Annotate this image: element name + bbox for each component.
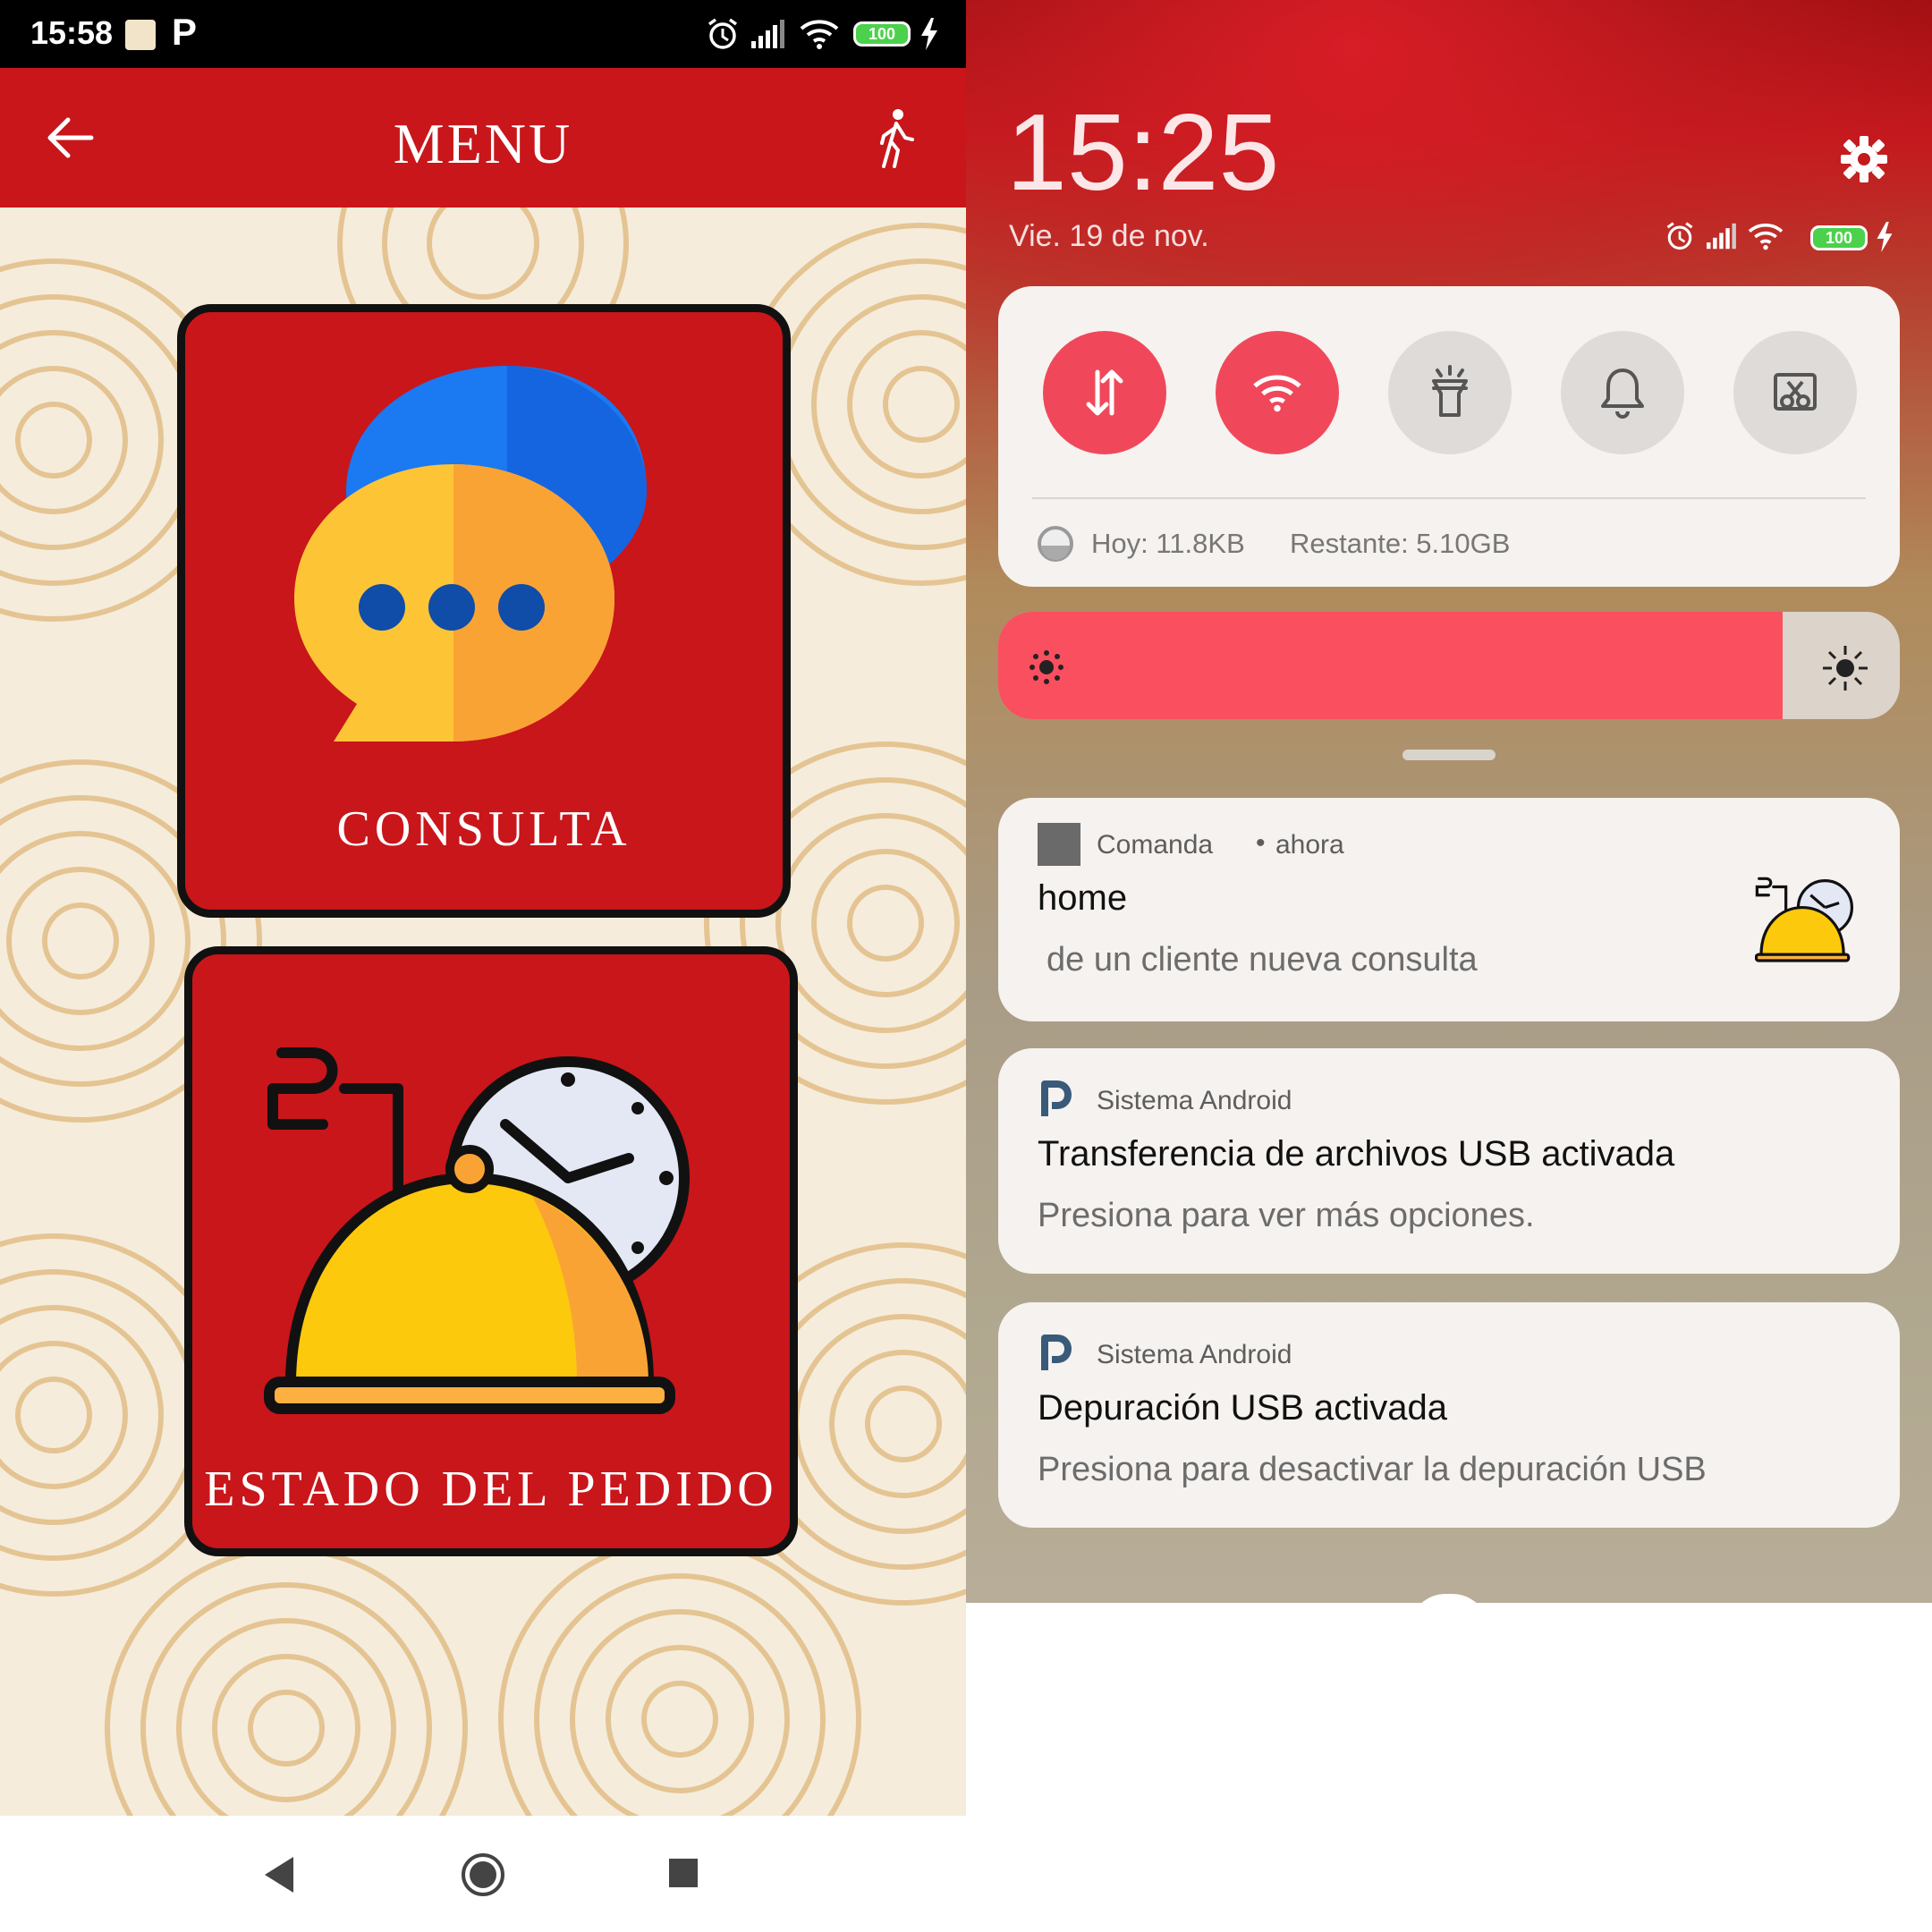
data-usage-icon [1038,526,1073,562]
bell-icon [1601,369,1644,419]
notification-app-icon [125,20,156,50]
android-system-icon [1041,1080,1072,1116]
screenshot-toggle[interactable] [1733,331,1857,454]
data-usage-today: Hoy: 11.8KB [1091,528,1245,559]
notification-title: Transferencia de archivos USB activada [1038,1134,1675,1174]
flashlight-toggle[interactable] [1388,331,1512,454]
status-time: 15:58 [30,14,114,51]
notification-text: Presiona para ver más opciones. [1038,1197,1535,1234]
chat-bubbles-icon [294,366,647,741]
battery-level: 100 [1825,229,1853,247]
notification-shade: 15:25 Vie. 19 de nov. 100 Hoy: 11.8KB Re… [966,0,1932,1603]
notification-app-name: Sistema Android [1097,1340,1292,1369]
tile-label-estado-del-pedido: ESTADO DEL PEDIDO [204,1462,778,1517]
notification-usb-debugging[interactable]: Sistema Android Depuración USB activada … [998,1302,1900,1528]
quick-settings-panel: Hoy: 11.8KB Restante: 5.10GB [998,286,1900,587]
charging-icon [1877,222,1893,252]
notification-app-name: Comanda [1097,830,1214,860]
shade-clock: 15:25 [1006,91,1280,213]
data-arrows-icon [1086,369,1123,416]
charging-icon [921,18,937,50]
notification-title: Depuración USB activada [1038,1388,1448,1428]
brightness-low-icon [1030,650,1063,684]
data-usage-remaining: Restante: 5.10GB [1290,528,1511,559]
alarm-icon [1666,222,1693,250]
battery-indicator: 100 [1810,225,1868,250]
page-title: MENU [393,112,573,175]
shade-handle[interactable] [1402,750,1496,760]
walking-person-icon[interactable] [875,107,916,168]
nav-recents-icon[interactable] [667,1857,699,1889]
food-cloche-clock-icon [264,1047,690,1414]
estado-del-pedido-button[interactable]: ESTADO DEL PEDIDO [184,946,798,1556]
wifi-icon [1253,375,1301,412]
food-cloche-clock-icon [1755,877,1854,962]
brightness-fill [998,612,1783,719]
battery-indicator: 100 [853,21,911,47]
notification-comanda[interactable]: Comanda • ahora home de un cliente nueva… [998,798,1900,1021]
sound-toggle[interactable] [1561,331,1684,454]
tile-label-consulta: CONSULTA [336,801,631,857]
nav-home-icon[interactable] [460,1852,506,1898]
battery-level: 100 [868,25,896,43]
clear-all-button[interactable] [1410,1594,1488,1603]
navigation-bar [0,1816,966,1932]
app-screen: 15:58 P 100 MENU CONSULTA ESTADO DEL PED… [0,0,966,1932]
android-system-icon [1041,1335,1072,1370]
brightness-high-icon [1823,646,1868,691]
status-bar: 15:58 P 100 [0,0,966,68]
app-icon-placeholder [1038,823,1080,866]
signal-icon [1707,223,1736,250]
signal-icon [751,20,784,48]
notification-app-name: Sistema Android [1097,1086,1292,1115]
nav-back-icon[interactable] [261,1855,297,1894]
mobile-data-toggle[interactable] [1043,331,1166,454]
flashlight-icon [1432,365,1468,417]
notification-time: ahora [1275,830,1344,860]
notification-title: home [1038,878,1128,918]
notification-usb-transfer[interactable]: Sistema Android Transferencia de archivo… [998,1048,1900,1274]
notification-text: de un cliente nueva consulta [1046,941,1478,979]
consulta-button[interactable]: CONSULTA [177,304,791,918]
divider [1032,497,1866,499]
screenshot-scissors-icon [1774,373,1817,411]
notification-text: Presiona para desactivar la depuración U… [1038,1451,1707,1488]
wifi-icon [1748,223,1784,250]
wifi-icon [800,20,839,49]
wifi-toggle[interactable] [1216,331,1339,454]
parking-icon: P [172,11,198,53]
shade-date: Vie. 19 de nov. [1009,219,1209,253]
dot-separator: • [1256,828,1266,858]
alarm-icon [708,18,738,49]
settings-gear-icon[interactable] [1839,134,1889,184]
brightness-slider[interactable] [998,612,1900,719]
